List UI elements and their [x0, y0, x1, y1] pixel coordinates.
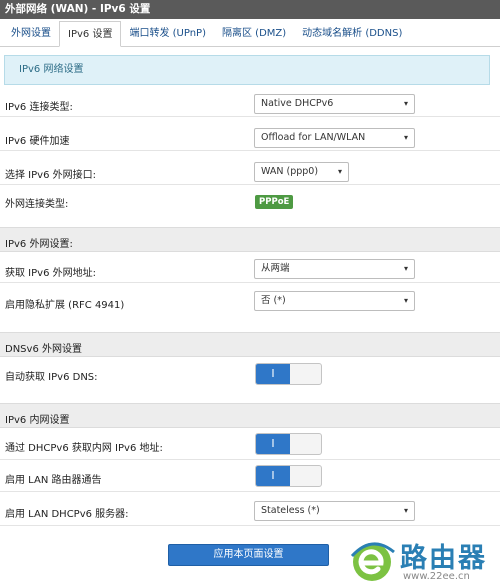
section-dnsv6-title: DNSv6 外网设置: [5, 344, 82, 355]
row-router-adv: 启用 LAN 路由器通告 I: [0, 462, 500, 492]
tab-ddns[interactable]: 动态域名解析 (DDNS): [294, 22, 410, 46]
dhcp-addr-toggle[interactable]: I: [255, 433, 322, 455]
tab-dmz[interactable]: 隔离区 (DMZ): [214, 22, 294, 46]
toggle-on-indicator: I: [256, 434, 290, 454]
get-addr-select[interactable]: 从两端 ▾: [254, 259, 415, 279]
hw-accel-select[interactable]: Offload for LAN/WLAN ▾: [254, 128, 415, 148]
row-hw-accel: IPv6 硬件加速 Offload for LAN/WLAN ▾: [0, 125, 500, 151]
chevron-down-icon: ▾: [403, 133, 408, 142]
row-auto-dns: 自动获取 IPv6 DNS: I: [0, 359, 500, 389]
tab-wan-settings[interactable]: 外网设置: [3, 22, 59, 46]
watermark: 路由器 www.22ee.cn: [348, 536, 498, 584]
conn-type-label: IPv6 连接类型:: [5, 102, 73, 113]
toggle-on-indicator: I: [256, 364, 290, 384]
info-banner: IPv6 网络设置: [4, 55, 490, 85]
tab-ipv6-settings[interactable]: IPv6 设置: [59, 21, 122, 47]
row-dhcp-server: 启用 LAN DHCPv6 服务器: Stateless (*) ▾: [0, 496, 500, 526]
auto-dns-label: 自动获取 IPv6 DNS:: [5, 372, 98, 383]
chevron-down-icon: ▾: [403, 296, 408, 305]
section-ipv6-wan-title: IPv6 外网设置:: [5, 239, 73, 250]
ext-conn-label: 外网连接类型:: [5, 199, 69, 210]
conn-type-select[interactable]: Native DHCPv6 ▾: [254, 94, 415, 114]
watermark-text: 路由器: [400, 543, 487, 574]
settings-panel: IPv6 网络设置 IPv6 连接类型: Native DHCPv6 ▾ IPv…: [0, 47, 500, 584]
window-title: 外部网络 (WAN) - IPv6 设置: [0, 0, 500, 19]
get-addr-label: 获取 IPv6 外网地址:: [5, 268, 96, 279]
router-adv-label: 启用 LAN 路由器通告: [5, 475, 102, 486]
row-conn-type: IPv6 连接类型: Native DHCPv6 ▾: [0, 91, 500, 117]
chevron-down-icon: ▾: [403, 99, 408, 108]
section-ipv6-wan: IPv6 外网设置:: [0, 227, 500, 252]
wan-iface-label: 选择 IPv6 外网接口:: [5, 170, 96, 181]
conn-type-value: Native DHCPv6: [261, 98, 334, 109]
row-ext-conn: 外网连接类型: PPPoE: [0, 189, 500, 213]
privacy-select[interactable]: 否 (*) ▾: [254, 291, 415, 311]
wan-iface-value: WAN (ppp0): [261, 166, 319, 177]
get-addr-value: 从两端: [261, 263, 290, 274]
privacy-label: 启用隐私扩展 (RFC 4941): [5, 300, 125, 311]
toggle-on-indicator: I: [256, 466, 290, 486]
dhcp-addr-label: 通过 DHCPv6 获取内网 IPv6 地址:: [5, 443, 163, 454]
chevron-down-icon: ▾: [403, 506, 408, 515]
router-adv-toggle[interactable]: I: [255, 465, 322, 487]
chevron-down-icon: ▾: [337, 167, 342, 176]
apply-button[interactable]: 应用本页面设置: [168, 544, 329, 566]
row-wan-iface: 选择 IPv6 外网接口: WAN (ppp0) ▾: [0, 159, 500, 185]
section-dnsv6: DNSv6 外网设置: [0, 332, 500, 357]
tab-bar: 外网设置 IPv6 设置 端口转发 (UPnP) 隔离区 (DMZ) 动态域名解…: [0, 19, 500, 47]
row-privacy: 启用隐私扩展 (RFC 4941) 否 (*) ▾: [0, 288, 500, 318]
e-logo-icon: [350, 542, 395, 581]
dhcp-server-value: Stateless (*): [261, 505, 320, 516]
privacy-value: 否 (*): [261, 295, 286, 306]
dhcp-server-label: 启用 LAN DHCPv6 服务器:: [5, 509, 129, 520]
watermark-url: www.22ee.cn: [403, 571, 470, 582]
row-dhcp-addr: 通过 DHCPv6 获取内网 IPv6 地址: I: [0, 430, 500, 460]
hw-accel-label: IPv6 硬件加速: [5, 136, 70, 147]
auto-dns-toggle[interactable]: I: [255, 363, 322, 385]
tab-port-forward[interactable]: 端口转发 (UPnP): [121, 22, 214, 46]
section-ipv6-lan: IPv6 内网设置: [0, 403, 500, 428]
wan-iface-select[interactable]: WAN (ppp0) ▾: [254, 162, 349, 182]
pppoe-badge: PPPoE: [255, 195, 294, 209]
row-get-addr: 获取 IPv6 外网地址: 从两端 ▾: [0, 256, 500, 283]
dhcp-server-select[interactable]: Stateless (*) ▾: [254, 501, 415, 521]
hw-accel-value: Offload for LAN/WLAN: [261, 132, 366, 143]
chevron-down-icon: ▾: [403, 264, 408, 273]
section-ipv6-lan-title: IPv6 内网设置: [5, 415, 70, 426]
